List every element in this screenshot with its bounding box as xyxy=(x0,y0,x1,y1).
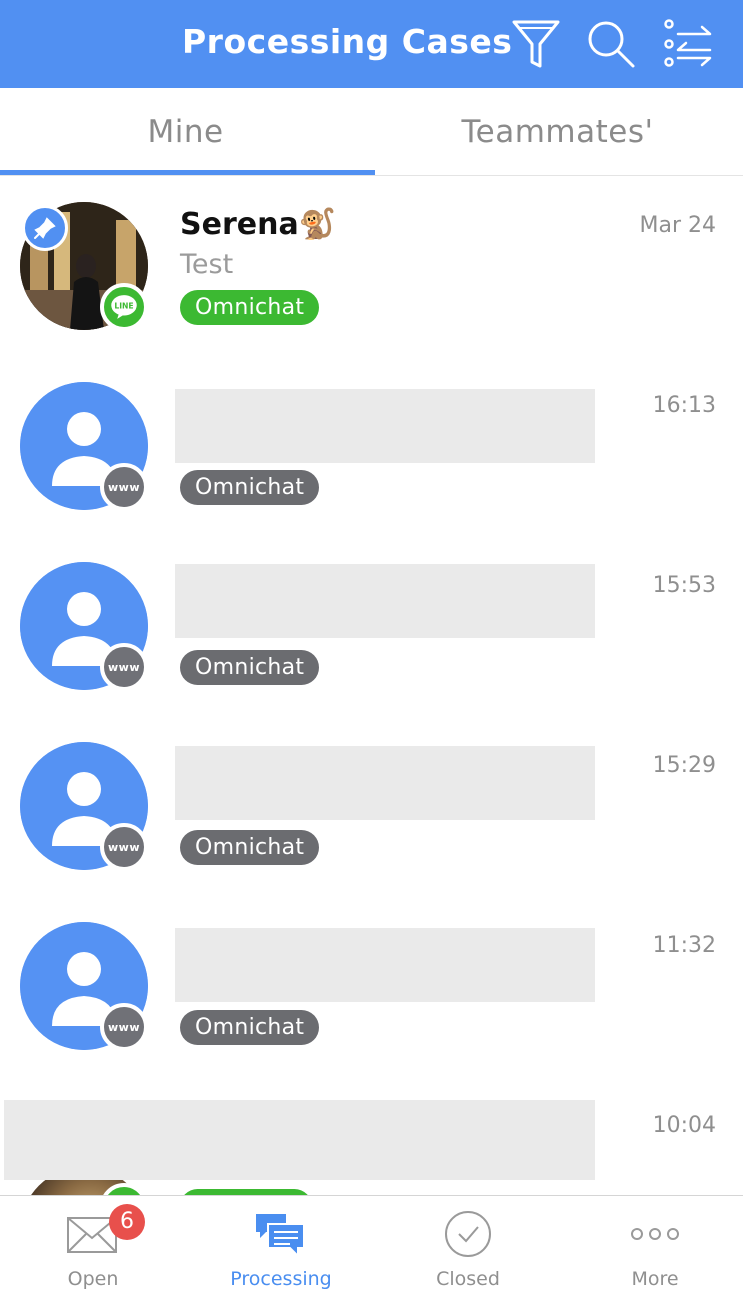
top-bar: Processing Cases xyxy=(0,0,743,88)
search-icon[interactable] xyxy=(585,18,637,70)
www-channel-icon: www xyxy=(100,823,148,871)
page-title: Processing Cases xyxy=(182,22,513,61)
conversation-row[interactable]: www 15:53 Omnichat xyxy=(0,537,743,717)
tab-mine[interactable]: Mine xyxy=(0,88,371,176)
check-circle-icon xyxy=(441,1210,495,1258)
nav-label: Closed xyxy=(436,1268,500,1290)
bottom-nav: 6 Open Processing Closed More xyxy=(0,1195,743,1294)
message-preview: Test xyxy=(180,249,234,280)
timestamp: 15:29 xyxy=(652,753,716,778)
redacted-content xyxy=(175,746,595,820)
more-dots-icon xyxy=(628,1210,682,1258)
nav-closed[interactable]: Closed xyxy=(375,1196,561,1294)
tab-teammates[interactable]: Teammates' xyxy=(372,88,743,176)
conversation-row[interactable]: LINE Serena🐒 Test Mar 24 Omnichat xyxy=(0,177,743,357)
redacted-content xyxy=(175,389,595,463)
nav-label: More xyxy=(631,1268,679,1290)
timestamp: Mar 24 xyxy=(639,213,717,238)
timestamp: 15:53 xyxy=(652,573,716,598)
contact-name: Serena🐒 xyxy=(180,207,337,242)
source-tag: Omnichat xyxy=(180,830,320,865)
conversation-row[interactable]: www 16:13 Omnichat xyxy=(0,357,743,537)
nav-more[interactable]: More xyxy=(562,1196,743,1294)
sort-icon[interactable] xyxy=(662,18,714,70)
app-root: Processing Cases Mine Teammates' LINE Se… xyxy=(0,0,743,1294)
nav-label: Open xyxy=(67,1268,119,1290)
nav-open[interactable]: 6 Open xyxy=(0,1196,186,1294)
redacted-content xyxy=(175,564,595,638)
filter-icon[interactable] xyxy=(510,18,562,70)
www-channel-icon: www xyxy=(100,463,148,511)
www-channel-icon: www xyxy=(100,643,148,691)
unread-count-badge: 6 xyxy=(109,1204,145,1240)
redacted-content xyxy=(175,928,595,1002)
timestamp: 16:13 xyxy=(652,393,716,418)
active-tab-indicator xyxy=(0,170,375,175)
redacted-content xyxy=(4,1100,595,1180)
www-channel-icon: www xyxy=(100,1003,148,1051)
conversation-list[interactable]: LINE Serena🐒 Test Mar 24 Omnichat www 16… xyxy=(0,177,743,1195)
conversation-row[interactable]: www 15:29 Omnichat xyxy=(0,717,743,897)
source-tag: Omnichat xyxy=(180,470,320,505)
tab-bar: Mine Teammates' xyxy=(0,88,743,176)
pin-icon xyxy=(22,205,68,251)
nav-processing[interactable]: Processing xyxy=(188,1196,374,1294)
svg-text:LINE: LINE xyxy=(114,302,133,311)
source-tag: Omnichat xyxy=(180,650,320,685)
chat-bubbles-icon xyxy=(254,1210,308,1259)
source-tag: Omnichat xyxy=(180,290,320,325)
line-channel-icon: LINE xyxy=(100,283,148,331)
timestamp: 11:32 xyxy=(652,933,716,958)
conversation-row[interactable]: www 11:32 Omnichat xyxy=(0,897,743,1077)
nav-label: Processing xyxy=(230,1268,332,1290)
timestamp: 10:04 xyxy=(652,1113,716,1138)
source-tag: Omnichat xyxy=(180,1010,320,1045)
conversation-row[interactable]: 10:04 xyxy=(0,1077,743,1195)
